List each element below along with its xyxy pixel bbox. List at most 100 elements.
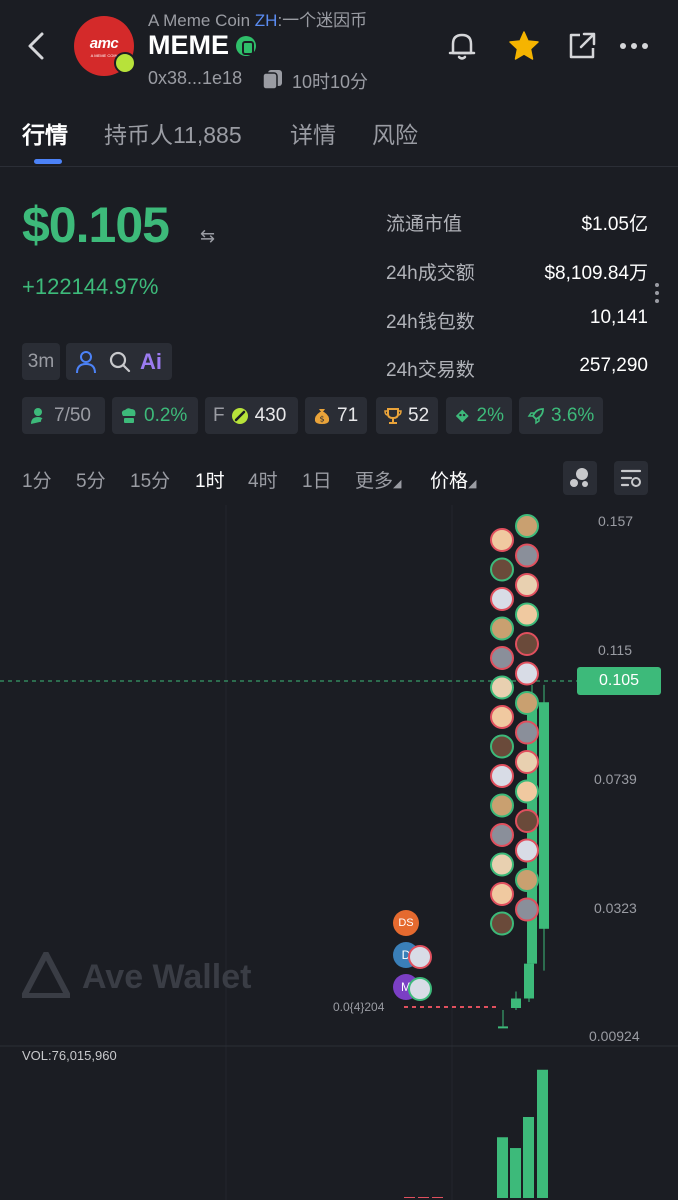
trade-avatar-marker: [490, 675, 514, 700]
ai-icon[interactable]: Ai: [140, 349, 162, 375]
volume-bar: [497, 1137, 508, 1198]
trade-avatar-marker: [490, 646, 514, 670]
candle-body: [539, 702, 549, 929]
candle-body: [428, 1006, 432, 1008]
trade-avatar-marker: [515, 602, 539, 627]
volume-bar: [523, 1117, 534, 1198]
chip-sniper-value: 3.6%: [551, 404, 595, 426]
y-axis-label: 0.157: [598, 513, 634, 529]
stat-label-market-cap: 流通市值: [386, 214, 463, 235]
candle-body: [468, 1006, 472, 1008]
back-arrow-icon[interactable]: [22, 28, 52, 64]
stat-value-wallets: 10,141: [589, 307, 648, 328]
timeframe-5m[interactable]: 5分: [76, 466, 106, 493]
pump-badge-icon: [114, 52, 136, 74]
vertical-more-icon[interactable]: [654, 282, 660, 304]
candle-body: [444, 1006, 448, 1008]
y-axis-label: 0.115: [598, 642, 632, 658]
low-price-label: 0.0{4}204: [333, 1000, 385, 1014]
candle-body: [452, 1006, 456, 1008]
volume-bar: [432, 1197, 443, 1198]
tab-details[interactable]: 详情: [290, 116, 336, 150]
tab-market[interactable]: 行情: [22, 116, 68, 150]
volume-bar: [537, 1069, 548, 1198]
trade-avatar-marker: [490, 911, 514, 936]
chip-pump[interactable]: F 430: [205, 397, 298, 434]
stat-label-volume: 24h成交额: [386, 263, 475, 284]
timeframe-4h[interactable]: 4时: [248, 466, 278, 493]
contract-address: 0x38...1e18: [148, 68, 243, 88]
timeframe-1d[interactable]: 1日: [302, 466, 332, 493]
stat-value-trades: 257,290: [579, 355, 648, 376]
chip-top-value: 52: [408, 404, 430, 426]
chip-top[interactable]: 52: [376, 397, 438, 434]
chip-pump-value: 430: [254, 404, 287, 426]
candle-body: [404, 1006, 408, 1008]
interval-label: 3m: [27, 351, 55, 372]
volume-bar: [418, 1197, 429, 1198]
token-logo: amc A MEME COIN: [74, 16, 136, 76]
chip-insiders[interactable]: 7/50: [22, 397, 105, 434]
trade-avatar-marker: [515, 779, 539, 804]
volume-series: [404, 1069, 548, 1198]
tab-risk[interactable]: 风险: [372, 116, 418, 150]
trade-avatar-marker: [515, 720, 539, 745]
stat-label-trades: 24h交易数: [386, 360, 475, 381]
token-name: MEME: [148, 30, 229, 60]
trade-avatar-marker: [515, 750, 539, 774]
timeframe-1m[interactable]: 1分: [22, 466, 52, 493]
watermark: Ave Wallet: [82, 958, 252, 996]
svg-text:$: $: [319, 414, 324, 423]
timeframe-1h[interactable]: 1时: [195, 466, 225, 493]
zh-tag: ZH: [254, 11, 278, 30]
volume-bar: [510, 1148, 521, 1198]
tool-group: Ai: [66, 343, 172, 380]
stat-label-wallets: 24h钱包数: [386, 312, 475, 333]
chip-sniper[interactable]: 3.6%: [519, 397, 603, 434]
chef-icon: [121, 407, 136, 423]
candle-body: [436, 1006, 440, 1008]
logo-text: amc: [89, 35, 119, 52]
trade-avatar-marker: [515, 809, 539, 833]
caret-icon: ◢: [468, 478, 477, 490]
candle-body: [476, 1006, 480, 1008]
description-en: A Meme Coin: [148, 11, 251, 30]
chart-settings-button[interactable]: [614, 461, 648, 495]
copy-icon[interactable]: [262, 69, 284, 89]
active-tab-indicator: [34, 159, 62, 164]
avatar-marker-icon[interactable]: [408, 977, 432, 1001]
chip-pump-prefix: F: [213, 404, 225, 426]
verified-icon: [236, 36, 256, 56]
chip-bundle[interactable]: 2%: [446, 397, 512, 434]
share-icon[interactable]: [564, 28, 600, 64]
trade-avatar-marker: [515, 543, 539, 568]
bell-icon[interactable]: [444, 28, 480, 64]
candle-body: [492, 1006, 496, 1008]
user-icon: [31, 407, 47, 424]
star-icon[interactable]: [506, 28, 542, 64]
candle-body: [524, 963, 534, 999]
search-icon[interactable]: [108, 350, 132, 374]
price-chart[interactable]: [0, 505, 678, 1200]
more-icon[interactable]: [616, 28, 652, 64]
swap-currency-icon[interactable]: ⇆: [200, 226, 215, 247]
chip-bag[interactable]: $ 71: [305, 397, 367, 434]
trade-avatar-marker: [515, 661, 539, 686]
interval-button[interactable]: 3m: [22, 343, 60, 380]
settings-sliders-icon: [620, 469, 642, 487]
y-axis-label: 0.0739: [594, 771, 637, 787]
marker-ds[interactable]: DS: [393, 910, 419, 936]
person-icon[interactable]: [75, 350, 97, 374]
indicator-button[interactable]: [563, 461, 597, 495]
tab-holders[interactable]: 持币人11,885: [104, 116, 242, 150]
chip-dev[interactable]: 0.2%: [112, 397, 198, 434]
tabs-divider: [0, 166, 678, 167]
indicator-icon: [570, 468, 588, 487]
trade-avatar-marker: [490, 528, 514, 552]
avatar-marker-icon[interactable]: [408, 945, 432, 969]
trade-avatar-marker: [490, 882, 514, 906]
rocket-icon: [527, 407, 544, 424]
timeframe-more[interactable]: 更多◢: [355, 466, 401, 493]
price-type-select[interactable]: 价格◢: [430, 466, 476, 493]
timeframe-15m[interactable]: 15分: [130, 466, 170, 493]
